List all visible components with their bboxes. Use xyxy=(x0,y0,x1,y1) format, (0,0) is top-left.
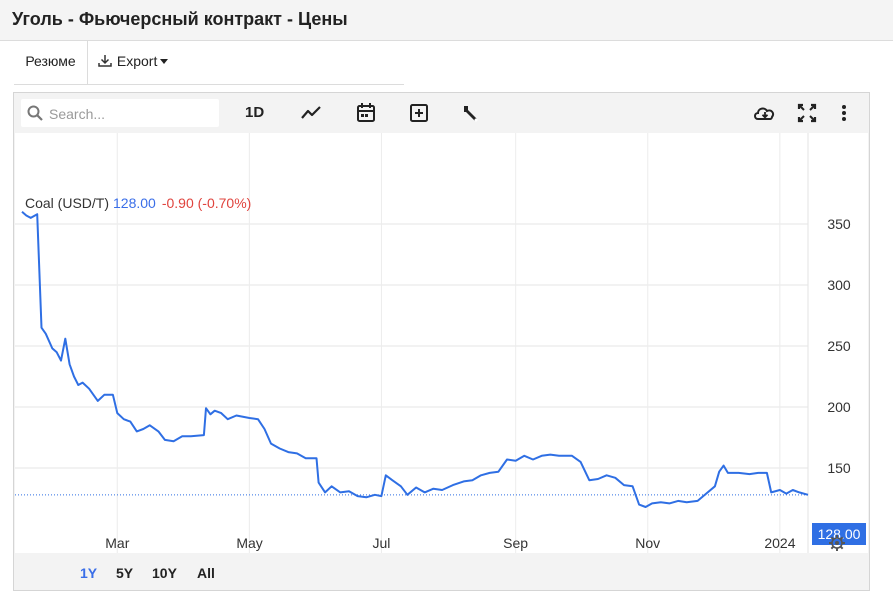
page-header: Уголь - Фьючерсный контракт - Цены xyxy=(0,0,893,41)
download-icon xyxy=(98,55,112,67)
range-all-button[interactable]: All xyxy=(197,565,215,581)
export-dropdown[interactable]: Export xyxy=(97,41,197,84)
quote-change: -0.90 (-0.70%) xyxy=(161,195,252,211)
y-tick-label: 250 xyxy=(827,338,851,354)
page-title: Уголь - Фьючерсный контракт - Цены xyxy=(12,9,348,29)
line-chart-icon[interactable] xyxy=(299,101,323,125)
x-tick-label: Sep xyxy=(503,535,529,551)
x-tick-label: Jul xyxy=(372,535,391,551)
add-box-icon[interactable] xyxy=(408,101,430,125)
interval-button[interactable]: 1D xyxy=(245,101,264,125)
export-label: Export xyxy=(116,53,158,69)
x-tick-label: Mar xyxy=(105,535,130,551)
y-tick-label: 300 xyxy=(827,277,851,293)
y-tick-label: 350 xyxy=(827,216,851,232)
search-box[interactable] xyxy=(21,99,219,127)
tab-resume[interactable]: Резюме xyxy=(14,41,88,84)
more-vertical-icon[interactable] xyxy=(839,101,849,125)
range-10y-button[interactable]: 10Y xyxy=(152,565,177,581)
cloud-download-icon[interactable] xyxy=(752,101,778,125)
fullscreen-icon[interactable] xyxy=(796,101,818,125)
plot-area[interactable]: 150 200 250 300 350 Coal (USD/T) 128.00 -0.90 … xyxy=(15,133,868,553)
caret-down-icon xyxy=(160,59,169,64)
wrench-icon[interactable] xyxy=(460,101,482,125)
range-1y-button[interactable]: 1Y xyxy=(80,565,97,581)
settings-gear-icon[interactable] xyxy=(828,534,846,552)
quote-line: Coal (USD/T) 128.00 -0.90 (-0.70%) xyxy=(25,195,251,211)
chart-widget: 1D 150 200 250 300 350 Coal (USD/T)128.00 -0.… xyxy=(13,92,870,591)
x-tick-label: May xyxy=(236,535,263,551)
range-selector: 1Y 5Y 10Y All xyxy=(14,555,869,589)
calendar-icon[interactable] xyxy=(355,101,377,125)
tab-bar: Резюме Export xyxy=(14,41,404,85)
range-5y-button[interactable]: 5Y xyxy=(116,565,133,581)
quote-price: 128.00 xyxy=(113,195,156,211)
series-line-coal xyxy=(21,211,809,508)
quote-name: Coal (USD/T) xyxy=(25,195,110,211)
x-tick-label: Nov xyxy=(635,535,661,551)
y-tick-label: 150 xyxy=(827,460,851,476)
y-tick-label: 200 xyxy=(827,399,851,415)
x-tick-label: 2024 xyxy=(764,535,796,551)
search-icon xyxy=(27,105,43,121)
search-input[interactable] xyxy=(47,102,216,126)
